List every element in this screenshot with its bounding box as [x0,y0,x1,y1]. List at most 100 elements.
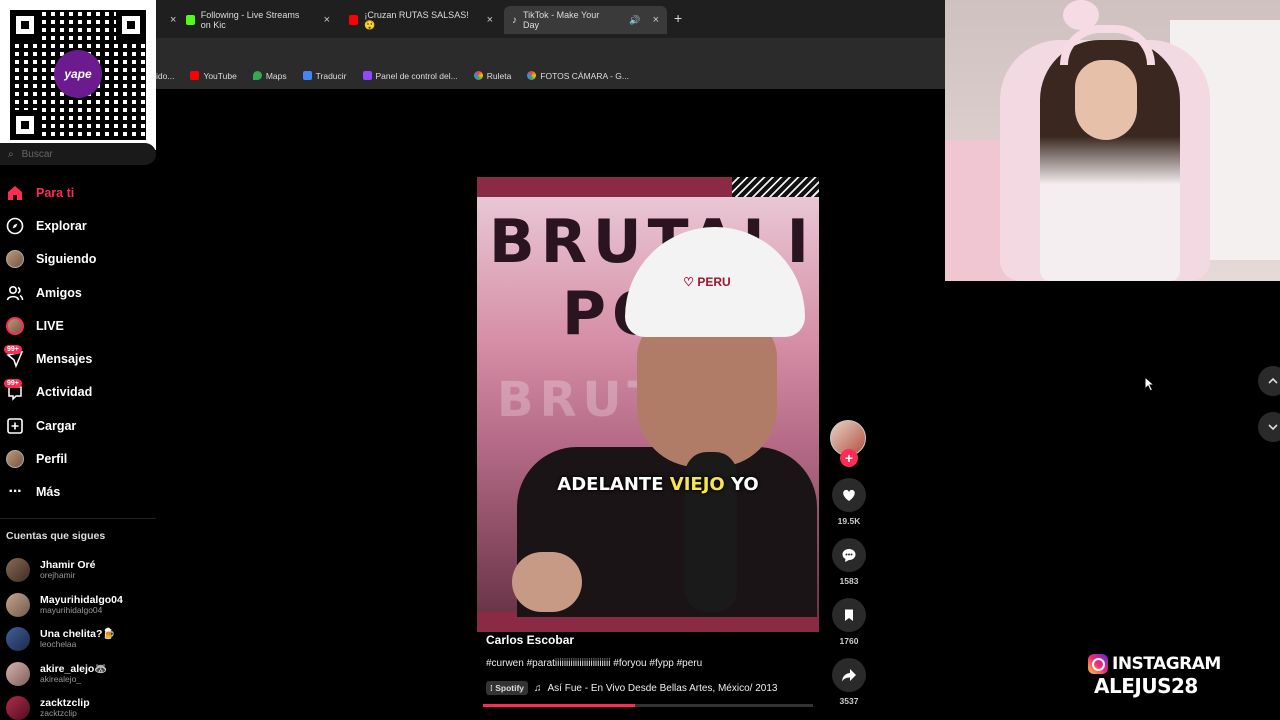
sidebar-item-amigos[interactable]: Amigos [0,276,156,309]
sidebar-item-perfil[interactable]: Perfil [0,442,156,475]
notification-badge: 99+ [4,345,22,355]
bookmark-twitch[interactable]: Panel de control del... [362,71,458,81]
bookmark-item[interactable]: ido... [156,71,174,81]
account-username: mayurihidalgo04 [40,604,103,615]
sidebar-item-label: Más [36,485,61,500]
music-note-icon: ♫ [534,682,542,694]
speaker-icon[interactable]: 🔊 [629,15,640,26]
bookmark-fotos[interactable]: FOTOS CÁMARA - G... [527,71,629,81]
sidebar-item-mas[interactable]: ··· Más [0,476,156,509]
music-title: Así Fue - En Vivo Desde Bellas Artes, Mé… [547,682,778,694]
sidebar-item-cargar[interactable]: Cargar [0,409,156,442]
next-video-button[interactable] [1258,412,1280,442]
close-tab-icon[interactable]: × [653,14,659,26]
sidebar-item-siguiendo[interactable]: Siguiendo [0,243,156,276]
list-item[interactable]: Jhamir Oré orejhamir [6,553,156,588]
address-bar[interactable] [156,38,945,62]
save-count: 1760 [839,636,859,646]
live-avatar [6,316,24,335]
tab-label: TikTok - Make Your Day [523,10,600,30]
bookmark-button[interactable] [832,598,866,632]
bookmark-label: ido... [156,70,175,81]
helmet-logo-text: PERU [697,275,731,289]
heart-icon [843,489,855,501]
caption-text: YO [724,474,759,495]
video-description[interactable]: #curwen #paratiiiiiiiiiiiiiiiiiiiiiiiii … [486,658,702,669]
previous-video-button[interactable] [1258,366,1280,396]
spotify-tag: ⁞ Spotify [486,681,529,695]
sidebar-nav: Para ti Explorar Siguiendo Amigos LIVE 9… [0,176,156,509]
video-progress-bar[interactable] [483,704,813,707]
comment-button[interactable] [832,538,866,572]
bookmark-label: YouTube [203,70,237,81]
account-username: orejhamir [40,570,76,581]
sidebar-item-mensajes[interactable]: 99+ Mensajes [0,342,156,375]
share-action: 3537 [830,658,868,706]
browser-tab-bar: × Following - Live Streams on Kic × ¡Cru… [156,0,945,38]
sidebar-divider [0,518,156,519]
creator-avatar[interactable]: + [830,420,866,467]
close-tab-icon[interactable]: × [487,14,493,26]
search-input[interactable]: ⌕ Buscar [0,143,156,165]
sidebar-item-label: LIVE [36,318,64,333]
search-icon: ⌕ [8,148,14,160]
upload-icon [6,417,24,435]
caption-text: ADELANTE [557,474,670,495]
chevron-up-icon [1268,377,1278,384]
bookmark-maps[interactable]: Maps [252,71,287,81]
list-item[interactable]: Una chelita?🍺 leochelaa [6,622,156,657]
close-tab-icon[interactable]: × [170,14,176,26]
qr-pattern: yape [10,10,146,140]
list-item[interactable]: akire_alejo🦝 akirealejo_ [6,657,156,692]
follow-plus-icon[interactable]: + [840,449,858,467]
sidebar-item-live[interactable]: LIVE [0,309,156,342]
tab-kick[interactable]: Following - Live Streams on Kic × [178,6,338,34]
sidebar-item-label: Actividad [36,385,93,400]
video-frame: BRUTALI PO BRUTALI ♡ PERU [477,197,819,617]
sidebar-item-label: Explorar [36,218,87,233]
avatar [6,558,30,583]
tab-youtube[interactable]: ¡Cruzan RUTAS SALSAS! 😲 × [341,6,501,34]
new-tab-button[interactable]: + [674,10,682,26]
close-tab-icon[interactable]: × [324,14,330,26]
compass-icon [6,217,24,235]
bookmark-ruleta[interactable]: Ruleta [473,71,511,81]
twitch-icon [362,71,372,80]
list-item[interactable]: Mayurihidalgo04 mayurihidalgo04 [6,588,156,623]
more-icon: ··· [8,483,23,501]
google-icon [473,71,483,80]
like-button[interactable] [832,478,866,512]
webcam-face [1075,60,1137,140]
google-drive-icon [527,71,537,80]
friends-icon [6,284,24,302]
yape-logo-text: yape [64,67,92,81]
sidebar-item-label: Mensajes [36,352,93,367]
sidebar-item-label: Amigos [36,285,82,300]
video-player[interactable]: BRUTALI PO BRUTALI ♡ PERU ADELANTE VIEJO… [477,177,819,632]
notification-badge: 99+ [4,378,22,388]
sidebar-item-actividad[interactable]: 99+ Actividad [0,376,156,409]
video-hand [512,552,582,612]
qr-finder [116,10,146,40]
video-progress-fill [483,704,635,707]
video-author[interactable]: Carlos Escobar [486,633,574,647]
video-actions: + 19.5K 1583 1760 3537 [830,420,868,706]
sidebar-item-label: Para ti [36,185,75,200]
share-count: 3537 [839,696,859,706]
helmet-logo: ♡ PERU [683,275,731,289]
instagram-username: ALEJUS28 [1094,674,1198,698]
video-caption: ADELANTE VIEJO YO [477,474,819,495]
bookmark-translate[interactable]: Traducir [302,71,347,81]
sidebar-item-explorar[interactable]: Explorar [0,209,156,242]
sidebar-item-para-ti[interactable]: Para ti [0,176,156,209]
sidebar-item-label: Siguiendo [36,252,97,267]
avatar [6,696,30,720]
bookmark-youtube[interactable]: YouTube [190,70,237,81]
share-button[interactable] [832,658,866,692]
sidebar-item-label: Perfil [36,452,68,467]
yape-qr-code: yape [0,0,156,150]
comment-icon [842,549,856,562]
video-music[interactable]: ⁞ Spotify ♫ Así Fue - En Vivo Desde Bell… [486,681,777,695]
list-item[interactable]: zacktzclip zacktzclip [6,691,156,720]
tab-tiktok[interactable]: ♪ TikTok - Make Your Day 🔊 × [504,6,667,34]
